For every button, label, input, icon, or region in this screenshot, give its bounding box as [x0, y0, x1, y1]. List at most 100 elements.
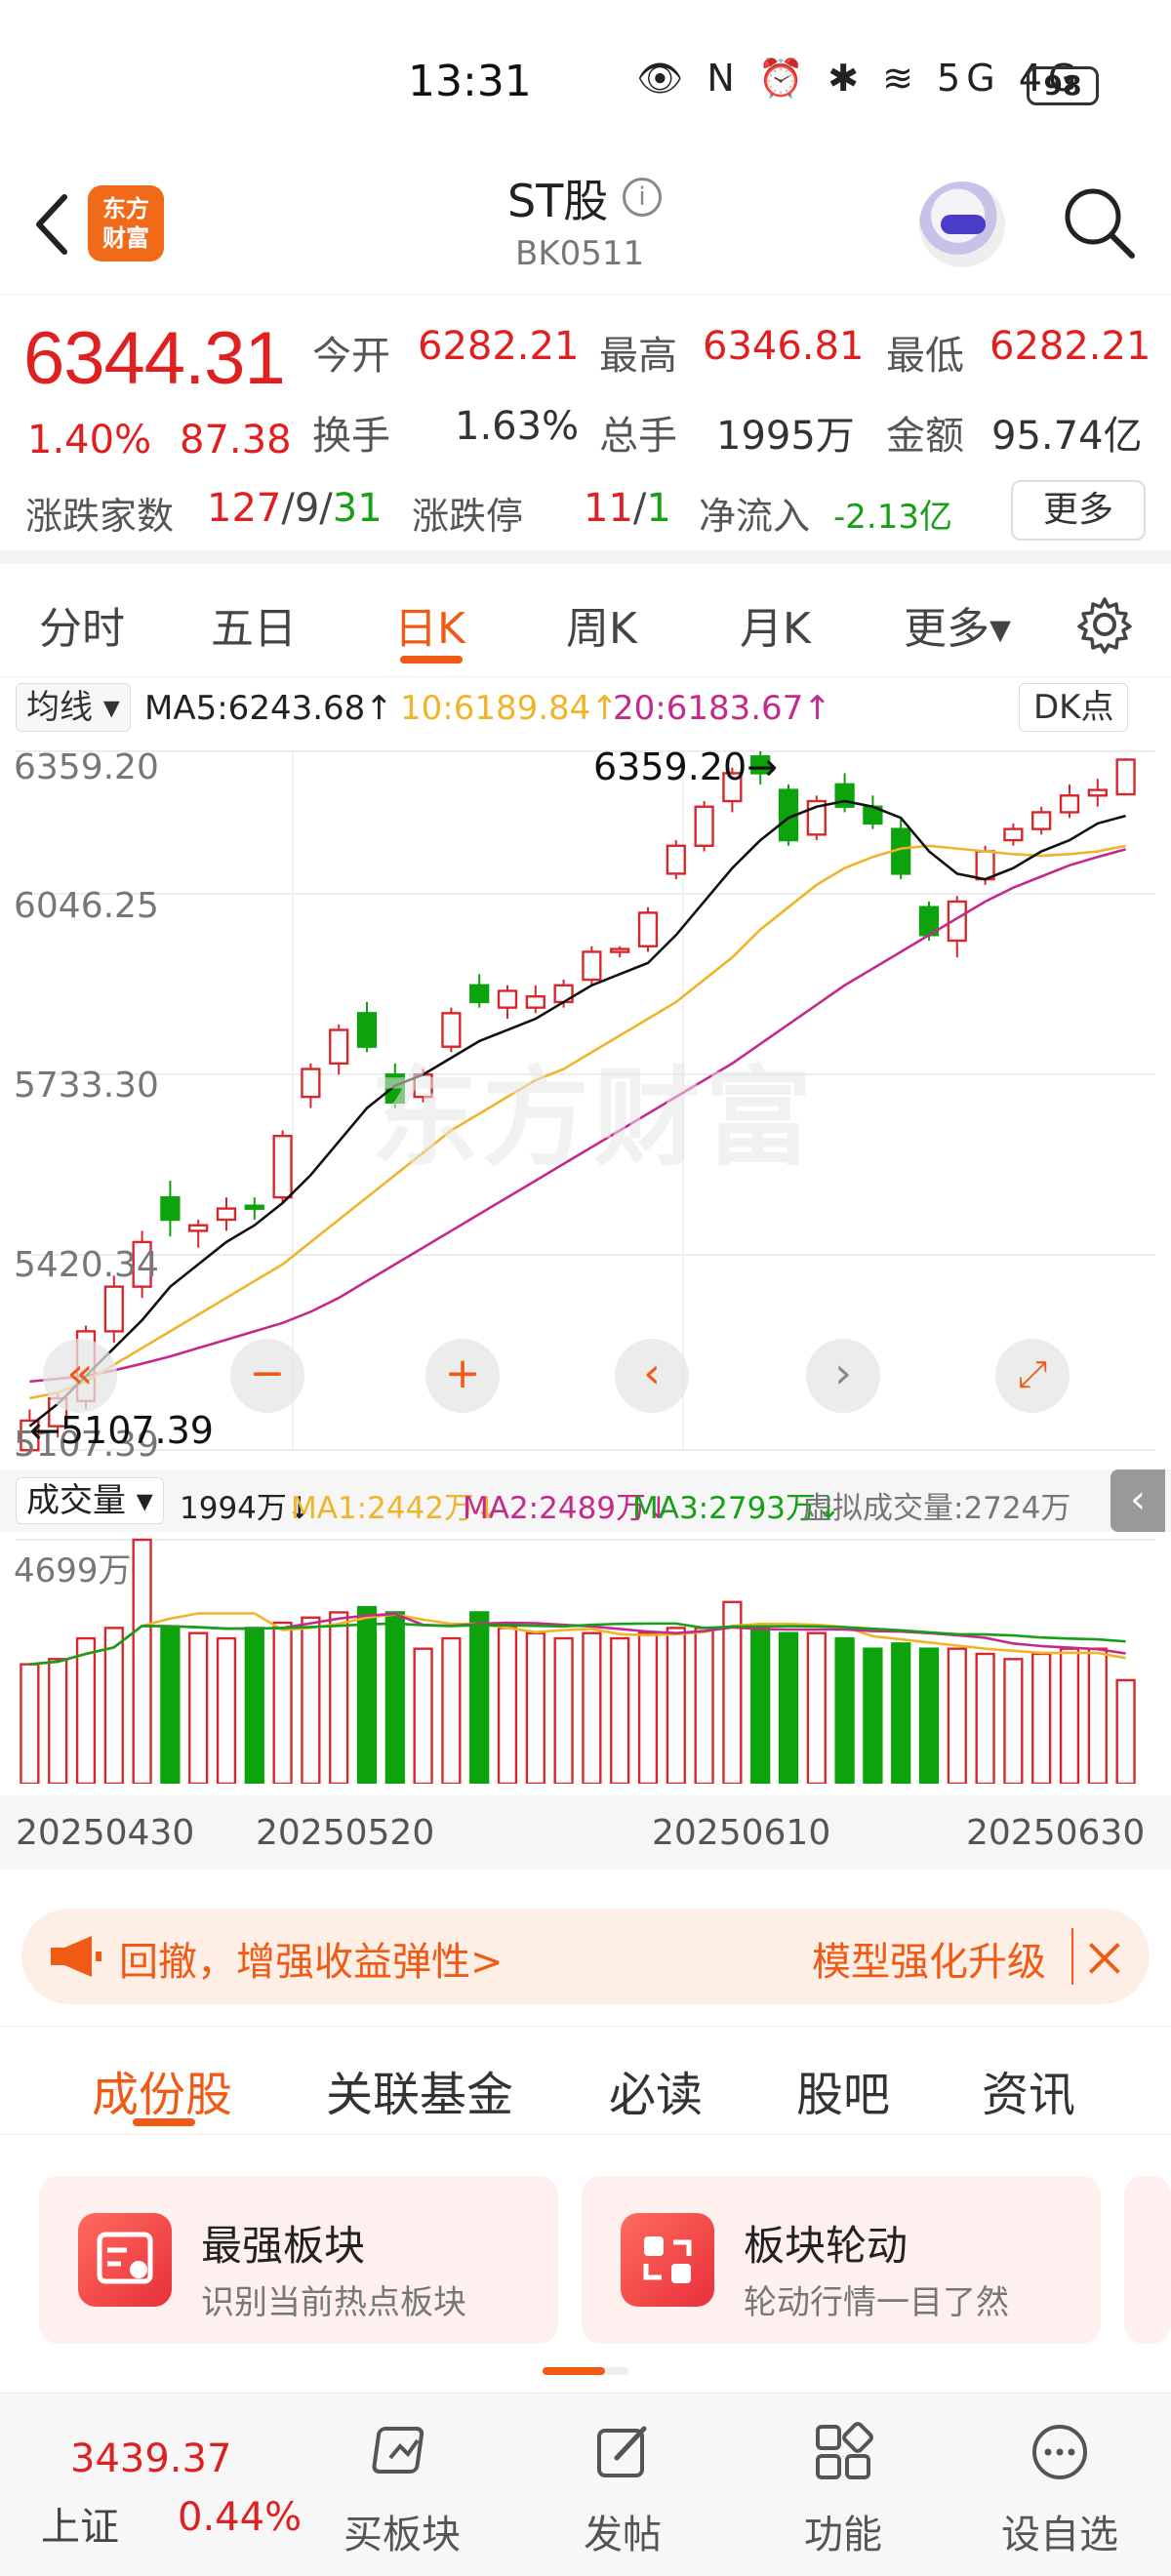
tab-more[interactable]: 更多▾ — [904, 593, 1011, 656]
tab-must-read[interactable]: 必读 — [609, 2056, 703, 2124]
ma-selector[interactable]: 均线 ▾ — [16, 683, 131, 732]
rotation-icon — [621, 2213, 714, 2307]
volume-bar — [160, 1627, 181, 1784]
candle-body — [497, 989, 518, 1009]
zoom-in-icon[interactable]: + — [425, 1339, 500, 1413]
close-icon[interactable] — [1071, 1928, 1128, 1985]
open-value: 6282.21 — [418, 324, 580, 369]
zoom-out-icon[interactable]: − — [230, 1339, 304, 1413]
change-percent: 1.40% — [27, 418, 152, 463]
candle-body — [582, 950, 602, 982]
grid-icon — [816, 2422, 873, 2479]
low-annotation: ←5107.39 — [29, 1409, 214, 1452]
nav-buy-sector[interactable]: 买板块 — [314, 2413, 490, 2569]
gear-icon[interactable] — [1073, 593, 1136, 656]
nav-label: 功能 — [804, 2513, 882, 2557]
prev-icon[interactable]: ‹ — [615, 1339, 689, 1413]
high-annotation: 6359.20→ — [593, 745, 778, 788]
card-scroll-indicator — [543, 2367, 628, 2375]
volume-max-label: 4699万 — [14, 1551, 132, 1590]
tab-weekly-k[interactable]: 周K — [566, 593, 637, 656]
rewind-icon[interactable]: « — [43, 1339, 117, 1413]
netflow-value: -2.13亿 — [833, 498, 952, 537]
megaphone-icon — [51, 1936, 101, 1977]
eastmoney-logo[interactable]: 东方 财富 — [88, 185, 164, 262]
ma20-value: 20:6183.67↑ — [613, 689, 831, 728]
limit-value: 11/1 — [584, 486, 671, 531]
volume-bar — [103, 1627, 124, 1784]
nav-functions[interactable]: 功能 — [755, 2413, 931, 2569]
y-label-3: 5733.30 — [14, 1066, 159, 1106]
volume-bar — [188, 1631, 209, 1784]
volume-bar — [1115, 1678, 1136, 1784]
y-label-4: 5420.34 — [14, 1245, 159, 1285]
advance-count: 127 — [207, 486, 282, 531]
volume-bar — [75, 1636, 97, 1784]
volume-chart[interactable]: 4699万 — [0, 1534, 1171, 1784]
banner-right-text: 模型强化升级 — [812, 1940, 1046, 1985]
collapse-icon[interactable]: ‹ — [1110, 1469, 1165, 1532]
index-price[interactable]: 3439.37 — [70, 2436, 231, 2481]
tab-daily-k[interactable]: 日K — [394, 593, 465, 656]
amount-label: 金额 — [886, 414, 964, 459]
candle-body — [694, 805, 714, 847]
last-price: 6344.31 — [23, 317, 286, 400]
card-sector-rotation[interactable]: 板块轮动 轮动行情一目了然 — [582, 2176, 1101, 2344]
volume-bar — [441, 1636, 462, 1784]
back-arrow-icon[interactable] — [25, 185, 84, 263]
volume-bar — [356, 1605, 378, 1784]
candle-body — [103, 1285, 124, 1333]
next-icon[interactable]: › — [806, 1339, 880, 1413]
tab-related-funds[interactable]: 关联基金 — [326, 2056, 513, 2124]
volume-bar — [918, 1647, 940, 1784]
search-icon[interactable] — [1060, 183, 1138, 262]
feature-cards: 最强板块 识别当前热点板块 板块轮动 轮动行情一目了然 — [0, 2135, 1171, 2391]
ma-indicator-row: 均线 ▾ MA5:6243.68↑ 10:6189.84↑ 20:6183.67… — [0, 679, 1171, 736]
kline-chart[interactable]: 东方财富 6359.20 6046.25 5733.30 5420.34 510… — [0, 738, 1171, 1468]
decline-count: 31 — [332, 486, 383, 531]
dk-point-button[interactable]: DK点 — [1019, 683, 1129, 732]
volume-bar — [863, 1647, 883, 1784]
volume-bar — [778, 1631, 799, 1784]
tab-monthly-k[interactable]: 月K — [740, 593, 811, 656]
tab-constituents[interactable]: 成份股 — [92, 2056, 232, 2124]
date-label-2: 20250520 — [256, 1813, 435, 1853]
index-change[interactable]: 0.44% — [178, 2495, 302, 2540]
tab-intraday[interactable]: 分时 — [39, 593, 125, 656]
tab-forum[interactable]: 股吧 — [796, 2056, 890, 2124]
volume-bar — [132, 1538, 152, 1784]
nav-label: 设自选 — [1001, 2513, 1118, 2557]
volume-bar — [329, 1611, 349, 1784]
candle-body — [1003, 827, 1024, 842]
volume-bar — [553, 1636, 574, 1784]
more-button[interactable]: 更多 — [1011, 480, 1146, 541]
candle-body — [301, 1067, 321, 1099]
promo-banner[interactable]: 回撤，增强收益弹性> 模型强化升级 — [21, 1909, 1150, 2004]
quote-panel: 6344.31 1.40% 87.38 今开 6282.21 最高 6346.8… — [0, 295, 1171, 564]
robot-assistant-avatar[interactable] — [919, 181, 1005, 267]
volume-selector[interactable]: 成交量 ▾ — [16, 1477, 164, 1524]
volume-svg — [16, 1538, 1155, 1784]
bottom-nav: 3439.37 上证 0.44% 买板块 发帖 功能 设自选 — [0, 2393, 1171, 2576]
flat-count: /9/ — [281, 486, 333, 531]
watermark: 东方财富 — [371, 1056, 816, 1181]
candle-body — [525, 995, 545, 1009]
nav-post[interactable]: 发帖 — [535, 2413, 710, 2569]
info-icon[interactable]: i — [623, 178, 662, 217]
card-next-peek[interactable] — [1124, 2176, 1171, 2344]
index-name[interactable]: 上证 — [41, 2495, 119, 2552]
tab-five-day[interactable]: 五日 — [211, 593, 297, 656]
card-subtitle: 轮动行情一目了然 — [744, 2283, 1009, 2322]
volume-bar — [694, 1627, 714, 1784]
candle-body — [1031, 811, 1052, 830]
nav-add-watchlist[interactable]: 设自选 — [972, 2413, 1148, 2569]
candle-body — [1087, 788, 1108, 797]
card-strongest-sector[interactable]: 最强板块 识别当前热点板块 — [39, 2176, 558, 2344]
candle-body — [244, 1204, 264, 1210]
status-time: 13:31 — [408, 57, 532, 106]
tab-news[interactable]: 资讯 — [982, 2056, 1075, 2124]
fullscreen-icon[interactable]: ⤢ — [995, 1339, 1070, 1413]
page-title[interactable]: ST股 — [507, 166, 608, 230]
high-label: 最高 — [599, 334, 677, 379]
ma5-value: MA5:6243.68↑ — [144, 689, 393, 728]
